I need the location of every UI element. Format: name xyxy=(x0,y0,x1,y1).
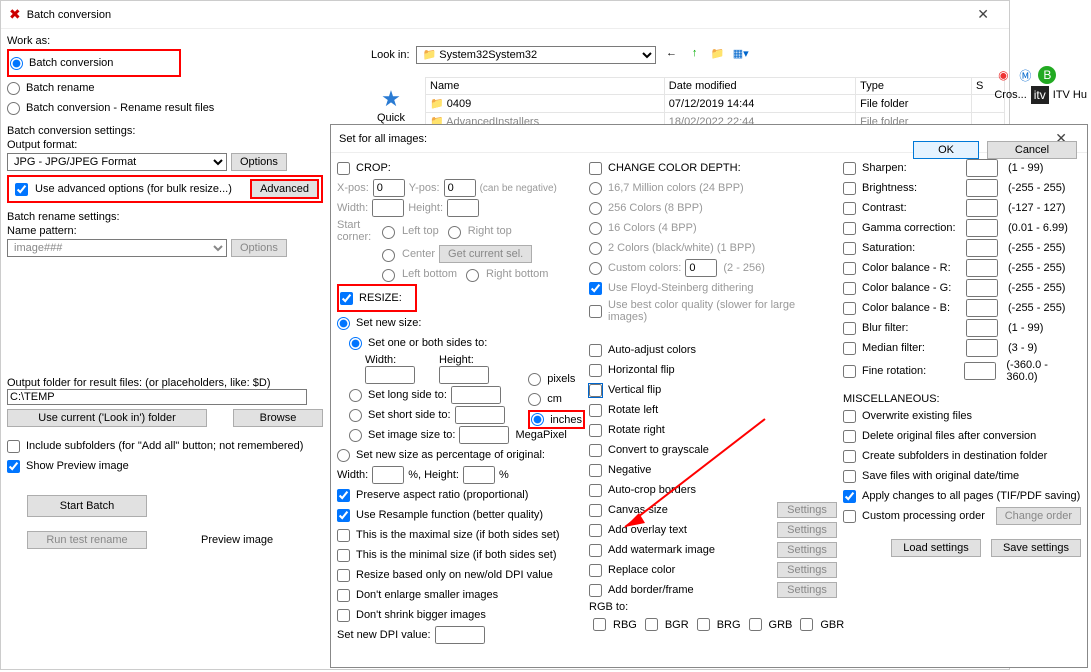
file-list[interactable]: NameDate modifiedTypeS 📁 040907/12/2019 … xyxy=(425,77,1005,131)
lookin-select[interactable]: 📁 System32System32 xyxy=(416,46,656,64)
use-advanced-label: Use advanced options (for bulk resize...… xyxy=(35,183,232,195)
col-name[interactable]: Name xyxy=(426,78,665,95)
window-title: Batch conversion xyxy=(27,9,111,21)
highlight-inches[interactable]: inches xyxy=(528,410,585,429)
crop-height-input[interactable] xyxy=(447,199,479,217)
new-folder-icon[interactable]: 📁 xyxy=(710,47,726,63)
xpos-input[interactable] xyxy=(373,179,405,197)
use-advanced-checkbox[interactable] xyxy=(15,183,28,196)
up-icon[interactable]: ↑ xyxy=(687,47,703,63)
titlebar: ✖ Batch conversion ✕ xyxy=(1,1,1009,29)
highlight-batch-conv: Batch conversion xyxy=(7,49,181,77)
work-as-label: Work as: xyxy=(7,35,323,47)
col-color-transform: CHANGE COLOR DEPTH: 16,7 Million colors … xyxy=(589,157,837,636)
browse-button[interactable]: Browse xyxy=(233,409,323,427)
radio-batch-conversion[interactable]: Batch conversion xyxy=(10,54,178,72)
dialog-buttons: OK Cancel xyxy=(913,141,1077,159)
resize-width-input[interactable] xyxy=(365,366,415,384)
highlight-advanced: Use advanced options (for bulk resize...… xyxy=(7,175,323,203)
run-test-button[interactable]: Run test rename xyxy=(27,531,147,549)
browser-icon[interactable]: ◉ xyxy=(994,66,1012,84)
radio-batch-conv-rename[interactable]: Batch conversion - Rename result files xyxy=(7,99,323,117)
show-preview-row[interactable]: Show Preview image xyxy=(7,457,323,475)
col-date[interactable]: Date modified xyxy=(664,78,855,95)
itv-icon[interactable]: itv xyxy=(1031,86,1049,104)
new-dpi-input[interactable] xyxy=(435,626,485,644)
output-folder-label: Output folder for result files: (or plac… xyxy=(7,377,323,389)
misc-label: MISCELLANEOUS: xyxy=(843,393,1081,405)
col-adjust-misc: Sharpen:(1 - 99) Brightness:(-255 - 255)… xyxy=(843,157,1081,559)
output-folder-input[interactable] xyxy=(7,389,307,405)
col-type[interactable]: Type xyxy=(856,78,972,95)
green-icon[interactable]: B xyxy=(1038,66,1056,84)
back-icon[interactable]: ← xyxy=(664,47,680,63)
cancel-button[interactable]: Cancel xyxy=(987,141,1077,159)
adv-title: Set for all images: xyxy=(339,133,427,145)
radio-batch-rename[interactable]: Batch rename xyxy=(7,79,323,97)
ccd-checkbox[interactable] xyxy=(589,162,602,175)
name-pattern-label: Name pattern: xyxy=(7,225,323,237)
name-pattern-input[interactable]: image### xyxy=(7,239,227,257)
app-icon: ✖ xyxy=(9,6,21,23)
star-icon: ★ xyxy=(361,86,421,112)
ypos-input[interactable] xyxy=(444,179,476,197)
set-for-all-window: Set for all images: ✕ CROP: X-pos: Y-pos… xyxy=(330,124,1088,668)
preview-image-label: Preview image xyxy=(201,534,273,546)
bc-settings-label: Batch conversion settings: xyxy=(7,125,323,137)
pattern-options-button[interactable]: Options xyxy=(231,239,287,257)
nav-icons: ← ↑ 📁 ▦▾ xyxy=(662,47,751,63)
resize-height-input[interactable] xyxy=(439,366,489,384)
views-icon[interactable]: ▦▾ xyxy=(733,47,749,63)
close-icon[interactable]: ✕ xyxy=(965,4,1001,25)
canvas-settings-button[interactable]: Settings xyxy=(777,502,837,518)
mb-icon[interactable]: Ⓜ xyxy=(1016,66,1034,84)
start-batch-button[interactable]: Start Batch xyxy=(27,495,147,517)
crop-checkbox[interactable] xyxy=(337,162,350,175)
ok-button[interactable]: OK xyxy=(913,141,979,159)
output-format-select[interactable]: JPG - JPG/JPEG Format xyxy=(7,153,227,171)
br-settings-label: Batch rename settings: xyxy=(7,211,323,223)
col-crop-resize: CROP: X-pos: Y-pos: (can be negative) Wi… xyxy=(337,157,585,646)
options-button[interactable]: Options xyxy=(231,153,287,171)
highlight-resize: RESIZE: xyxy=(337,284,417,312)
advanced-button[interactable]: Advanced xyxy=(250,179,319,199)
get-current-sel-button[interactable]: Get current sel. xyxy=(439,245,532,263)
change-order-button[interactable]: Change order xyxy=(996,507,1081,525)
table-row[interactable]: 📁 040907/12/2019 14:44File folder xyxy=(426,95,1005,113)
lookin-row: Look in: 📁 System32System32 ← ↑ 📁 ▦▾ xyxy=(371,46,751,64)
load-settings-button[interactable]: Load settings xyxy=(891,539,981,557)
save-settings-button[interactable]: Save settings xyxy=(991,539,1081,557)
use-current-button[interactable]: Use current ('Look in') folder xyxy=(7,409,207,427)
crop-width-input[interactable] xyxy=(372,199,404,217)
output-format-label: Output format: xyxy=(7,139,323,151)
resize-checkbox[interactable] xyxy=(340,292,353,305)
lookin-label: Look in: xyxy=(371,49,410,61)
desktop-icons: ◉ⓂB Cros...itvITV Hu xyxy=(994,66,1087,104)
include-subfolders-row[interactable]: Include subfolders (for "Add all" button… xyxy=(7,437,323,455)
left-panel: Work as: Batch conversion Batch rename B… xyxy=(7,31,323,551)
